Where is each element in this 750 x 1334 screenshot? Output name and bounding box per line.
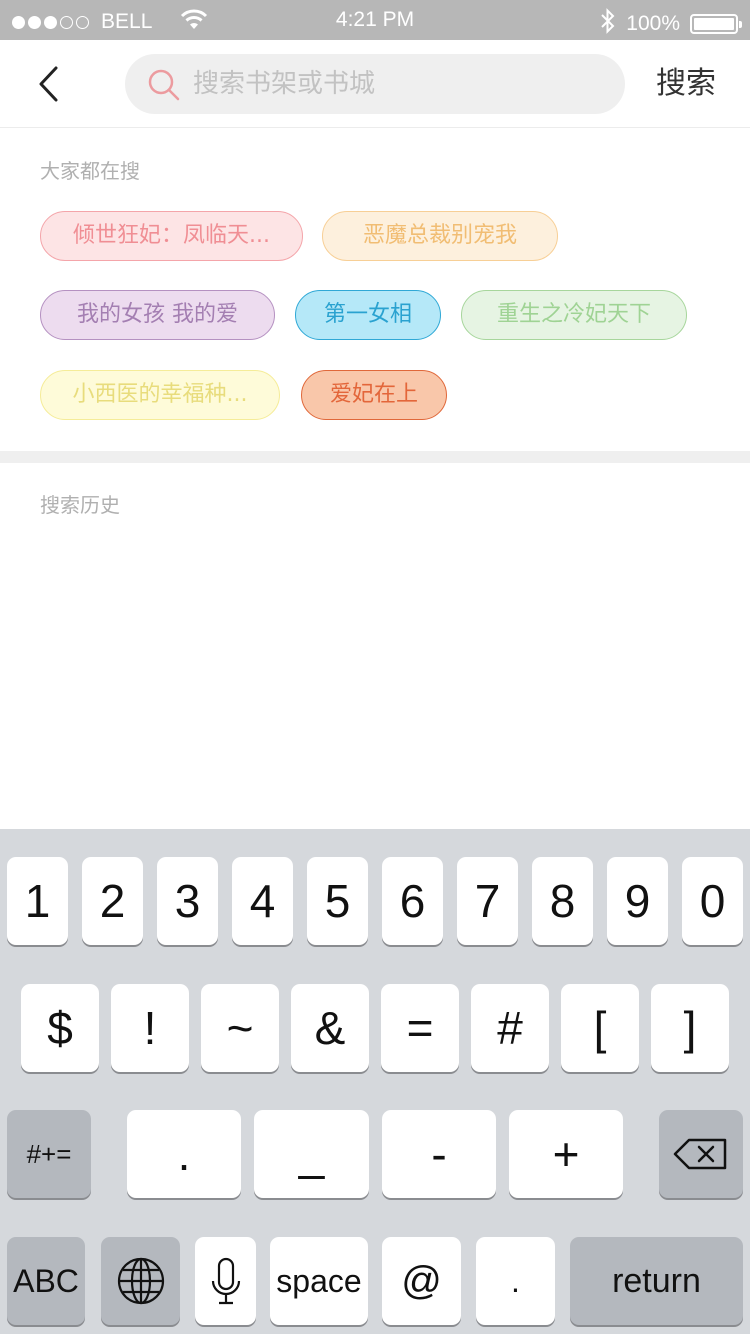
search-input[interactable] <box>193 64 603 104</box>
globe-key[interactable] <box>101 1237 180 1325</box>
key-1[interactable]: 1 <box>7 857 68 945</box>
keyboard: 1 2 3 4 5 6 7 8 9 0 $ ! ~ & = # [ ] #+= … <box>0 829 750 1334</box>
hot-search-tag[interactable]: 第一女相 <box>295 290 441 340</box>
hot-search-tag[interactable]: 小西医的幸福种... <box>40 370 280 420</box>
hot-search-tag[interactable]: 倾世狂妃：凤临天... <box>40 211 303 261</box>
key-plus[interactable]: + <box>509 1110 623 1198</box>
key-ampersand[interactable]: & <box>291 984 369 1072</box>
status-right: 100% <box>600 8 742 40</box>
key-hyphen[interactable]: - <box>382 1110 496 1198</box>
at-key[interactable]: @ <box>382 1237 461 1325</box>
space-key[interactable]: space <box>270 1237 368 1325</box>
key-equals[interactable]: = <box>381 984 459 1072</box>
search-history-section: 搜索历史 <box>0 463 750 829</box>
battery-icon <box>690 14 742 34</box>
hot-searches-section: 大家都在搜 倾世狂妃：凤临天... 恶魔总裁别宠我 我的女孩 我的爱 第一女相 … <box>0 129 750 451</box>
backspace-icon <box>673 1138 727 1170</box>
key-2[interactable]: 2 <box>82 857 143 945</box>
search-box[interactable] <box>125 54 625 114</box>
symbols-toggle-key[interactable]: #+= <box>7 1110 91 1198</box>
key-0[interactable]: 0 <box>682 857 743 945</box>
key-7[interactable]: 7 <box>457 857 518 945</box>
key-8[interactable]: 8 <box>532 857 593 945</box>
hot-searches-label: 大家都在搜 <box>40 159 140 183</box>
key-left-bracket[interactable]: [ <box>561 984 639 1072</box>
key-tilde[interactable]: ~ <box>201 984 279 1072</box>
battery-percent: 100% <box>626 12 680 35</box>
bluetooth-icon <box>600 8 616 40</box>
search-icon <box>148 69 180 101</box>
battery-fill <box>694 18 734 30</box>
key-exclamation[interactable]: ! <box>111 984 189 1072</box>
hot-search-tag[interactable]: 恶魔总裁别宠我 <box>322 211 558 261</box>
key-underscore[interactable]: _ <box>254 1110 369 1198</box>
key-3[interactable]: 3 <box>157 857 218 945</box>
search-history-label: 搜索历史 <box>40 493 120 517</box>
hot-search-tag[interactable]: 重生之冷妃天下 <box>461 290 687 340</box>
hot-search-tag[interactable]: 我的女孩 我的爱 <box>40 290 275 340</box>
section-divider <box>0 451 750 463</box>
chevron-left-icon <box>39 66 58 102</box>
key-right-bracket[interactable]: ] <box>651 984 729 1072</box>
dot-key[interactable]: . <box>476 1237 555 1325</box>
hot-search-tag[interactable]: 爱妃在上 <box>301 370 447 420</box>
key-dollar[interactable]: $ <box>21 984 99 1072</box>
key-9[interactable]: 9 <box>607 857 668 945</box>
key-4[interactable]: 4 <box>232 857 293 945</box>
status-bar: BELL 4:21 PM 100% <box>0 0 750 40</box>
return-key[interactable]: return <box>570 1237 743 1325</box>
key-5[interactable]: 5 <box>307 857 368 945</box>
microphone-icon <box>211 1257 240 1305</box>
globe-icon <box>117 1257 164 1305</box>
key-hash[interactable]: # <box>471 984 549 1072</box>
key-6[interactable]: 6 <box>382 857 443 945</box>
key-period[interactable]: . <box>127 1110 241 1198</box>
back-button[interactable] <box>28 60 72 108</box>
search-header: 搜索 <box>0 40 750 128</box>
abc-key[interactable]: ABC <box>7 1237 85 1325</box>
search-button[interactable]: 搜索 <box>642 60 730 108</box>
delete-key[interactable] <box>659 1110 743 1198</box>
microphone-key[interactable] <box>195 1237 256 1325</box>
